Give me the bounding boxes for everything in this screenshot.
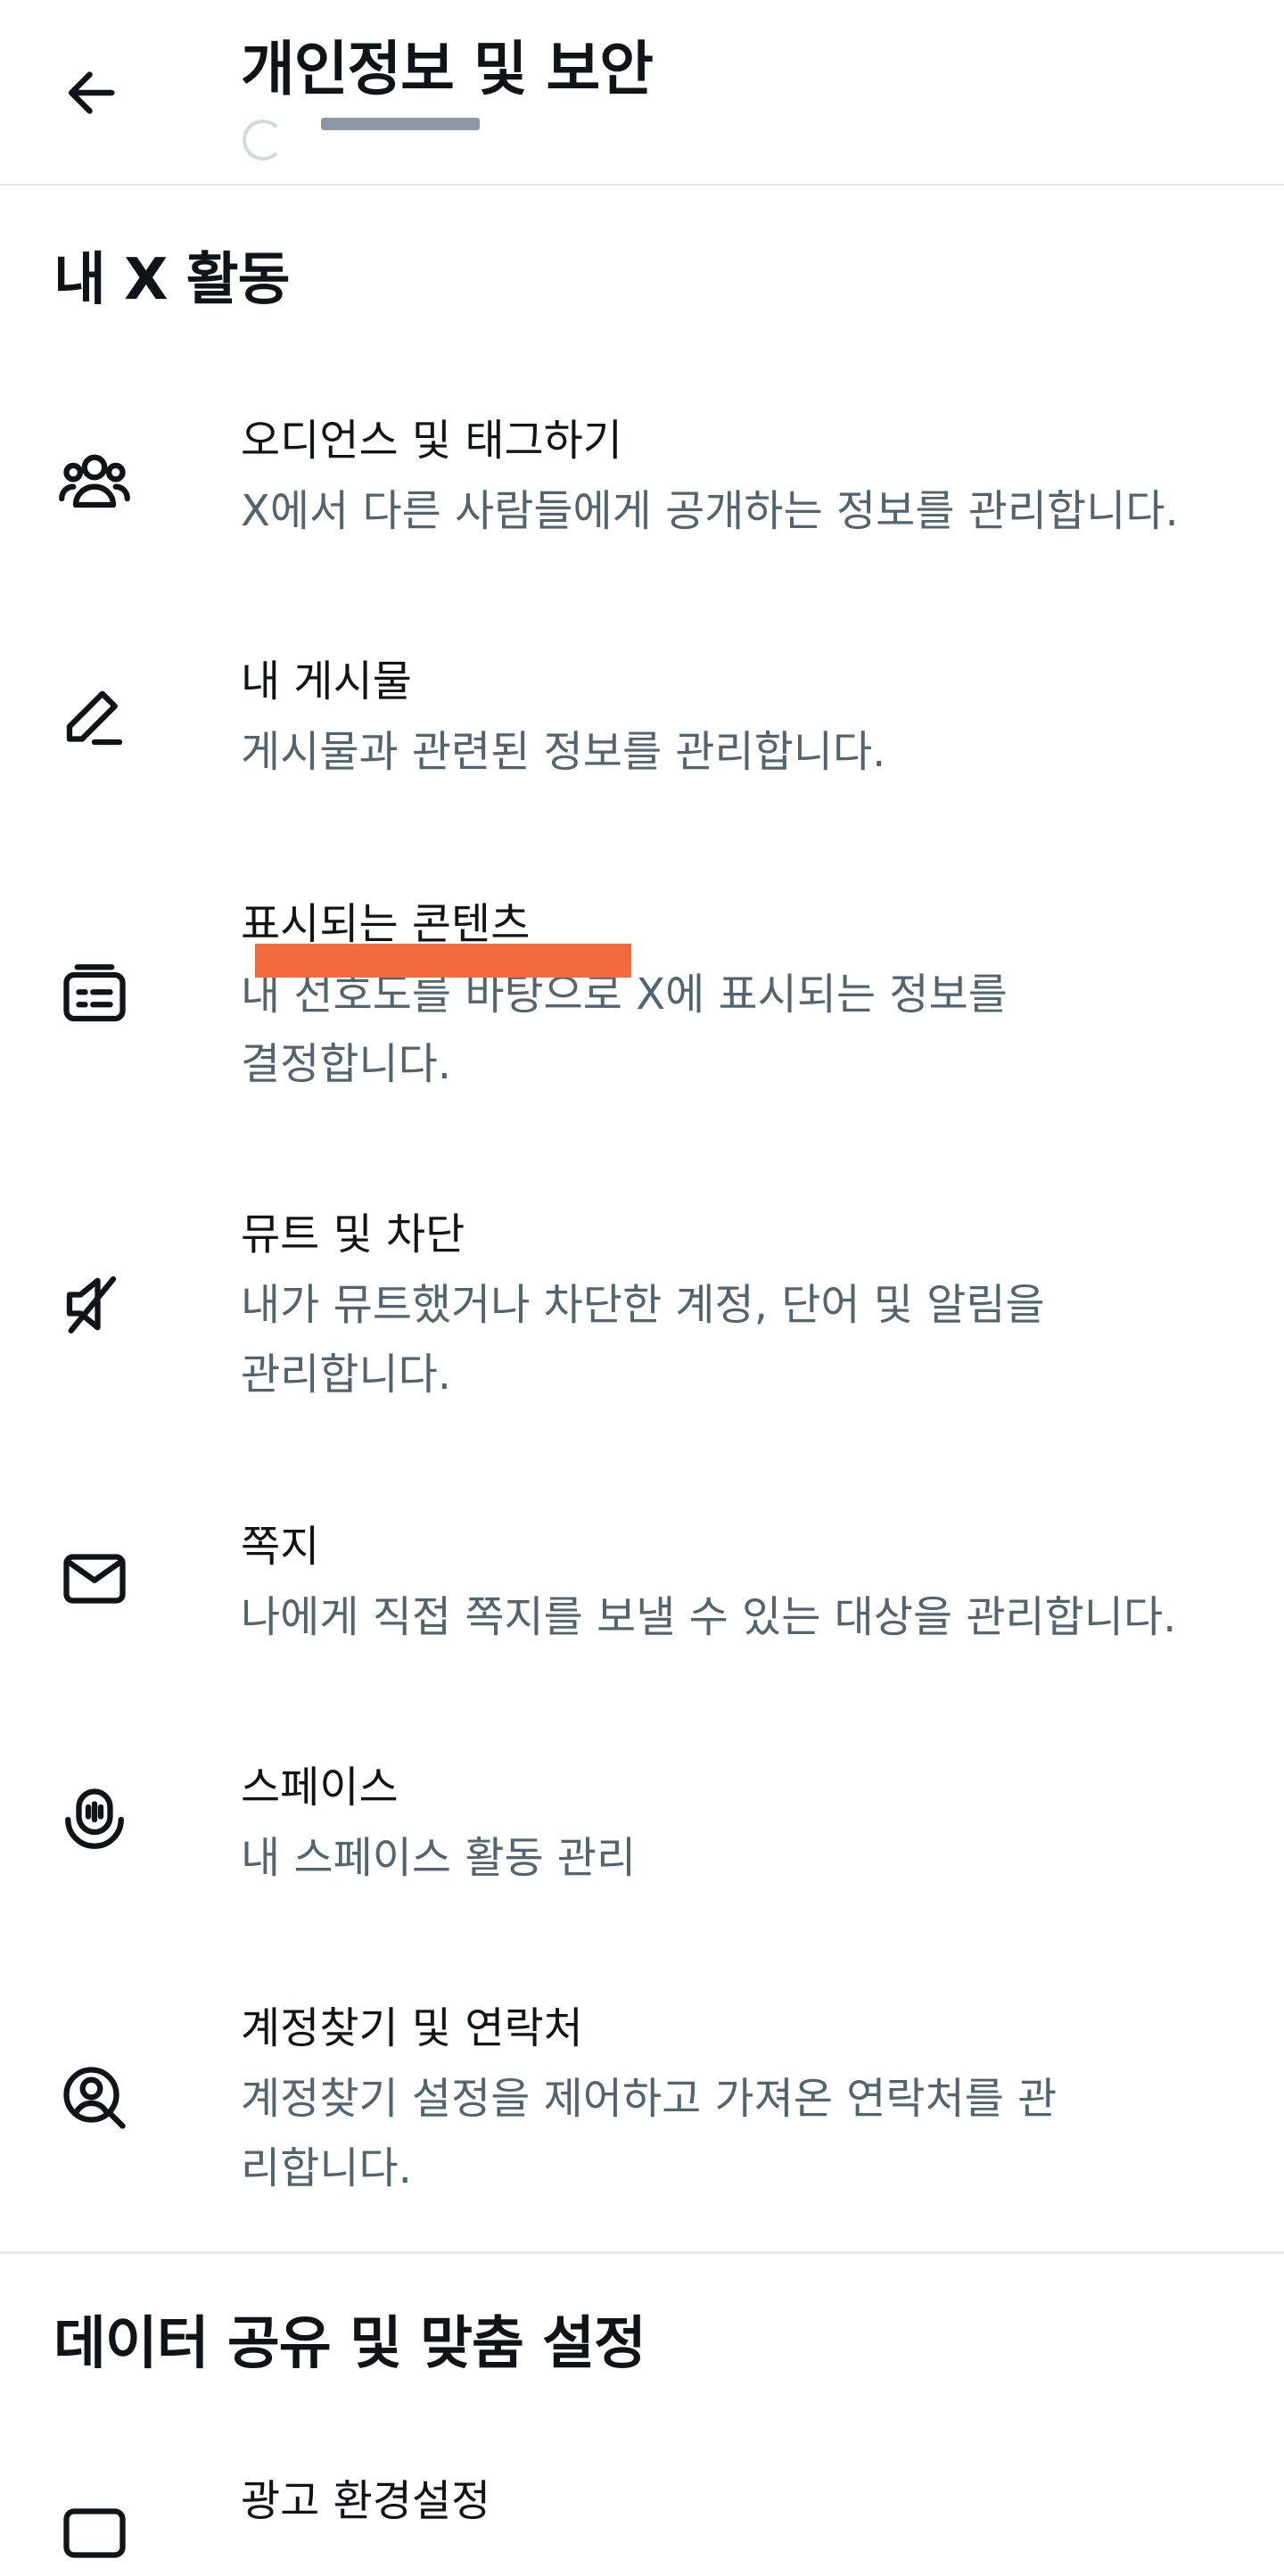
settings-item-title: 광고 환경설정 <box>241 2476 491 2526</box>
highlight-annotation <box>255 944 631 978</box>
mute-speaker-icon <box>57 1267 132 1342</box>
settings-item-title: 쪽지 <box>241 1522 320 1572</box>
envelope-icon <box>57 1541 132 1616</box>
redacted-username <box>321 118 480 130</box>
settings-item-ad-preferences[interactable]: 광고 환경설정 <box>0 2469 1284 2576</box>
settings-item-description: 내 스페이스 활동 관리 <box>241 1833 637 1883</box>
settings-item-title: 내 게시물 <box>241 656 412 706</box>
content-card-icon <box>57 956 132 1031</box>
find-account-icon <box>57 2060 132 2135</box>
arrow-left-icon <box>68 71 115 114</box>
settings-item-spaces[interactable]: 스페이스 내 스페이스 활동 관리 <box>0 1755 1284 1898</box>
account-subtitle <box>243 116 480 164</box>
settings-item-mute-block[interactable]: 뮤트 및 차단 내가 뮤트했거나 차단한 계정, 단어 및 알림을 관리합니다. <box>0 1202 1284 1416</box>
settings-item-description: 내 선호도를 바탕으로 X에 표시되는 정보를 결정합니다. <box>241 970 1008 1089</box>
ad-card-icon <box>57 2496 132 2571</box>
settings-item-find-account-contacts[interactable]: 계정찾기 및 연락처 계정찾기 설정을 제어하고 가져온 연락처를 관리합니다. <box>0 1996 1284 2210</box>
people-icon <box>57 442 132 517</box>
settings-item-description: 나에게 직접 쪽지를 보낼 수 있는 대상을 관리합니다. <box>241 1592 1177 1642</box>
settings-item-direct-messages[interactable]: 쪽지 나에게 직접 쪽지를 보낼 수 있는 대상을 관리합니다. <box>0 1515 1284 1657</box>
settings-item-audience-tagging[interactable]: 오디언스 및 태그하기 X에서 다른 사람들에게 공개하는 정보를 관리합니다. <box>0 409 1284 587</box>
spaces-mic-icon <box>57 1782 132 1857</box>
settings-item-description: 게시물과 관련된 정보를 관리합니다. <box>241 727 886 777</box>
settings-item-title: 오디언스 및 태그하기 <box>241 416 622 466</box>
top-app-bar: 개인정보 및 보안 <box>0 0 1284 186</box>
settings-item-description: 내가 뮤트했거나 차단한 계정, 단어 및 알림을 관리합니다. <box>241 1280 1045 1399</box>
settings-item-title: 뮤트 및 차단 <box>241 1210 465 1259</box>
page-title: 개인정보 및 보안 <box>241 35 654 103</box>
section-title-my-activity: 내 X 활동 <box>54 247 291 313</box>
settings-item-description: 계정찾기 설정을 제어하고 가져온 연락처를 관리합니다. <box>241 2074 1058 2193</box>
pencil-icon <box>57 680 132 755</box>
settings-item-title: 스페이스 <box>241 1763 399 1812</box>
loading-spinner-icon <box>243 120 284 161</box>
back-button[interactable] <box>54 55 128 130</box>
settings-item-description: X에서 다른 사람들에게 공개하는 정보를 관리합니다. <box>241 486 1179 536</box>
settings-item-title: 계정찾기 및 연락처 <box>241 2003 583 2053</box>
section-title-data-sharing: 데이터 공유 및 맞춤 설정 <box>54 2311 646 2377</box>
settings-item-displayed-content[interactable]: 표시되는 콘텐츠 내 선호도를 바탕으로 X에 표시되는 정보를 결정합니다. <box>0 892 1284 1106</box>
section-divider <box>0 2251 1284 2254</box>
settings-item-my-posts[interactable]: 내 게시물 게시물과 관련된 정보를 관리합니다. <box>0 649 1284 792</box>
